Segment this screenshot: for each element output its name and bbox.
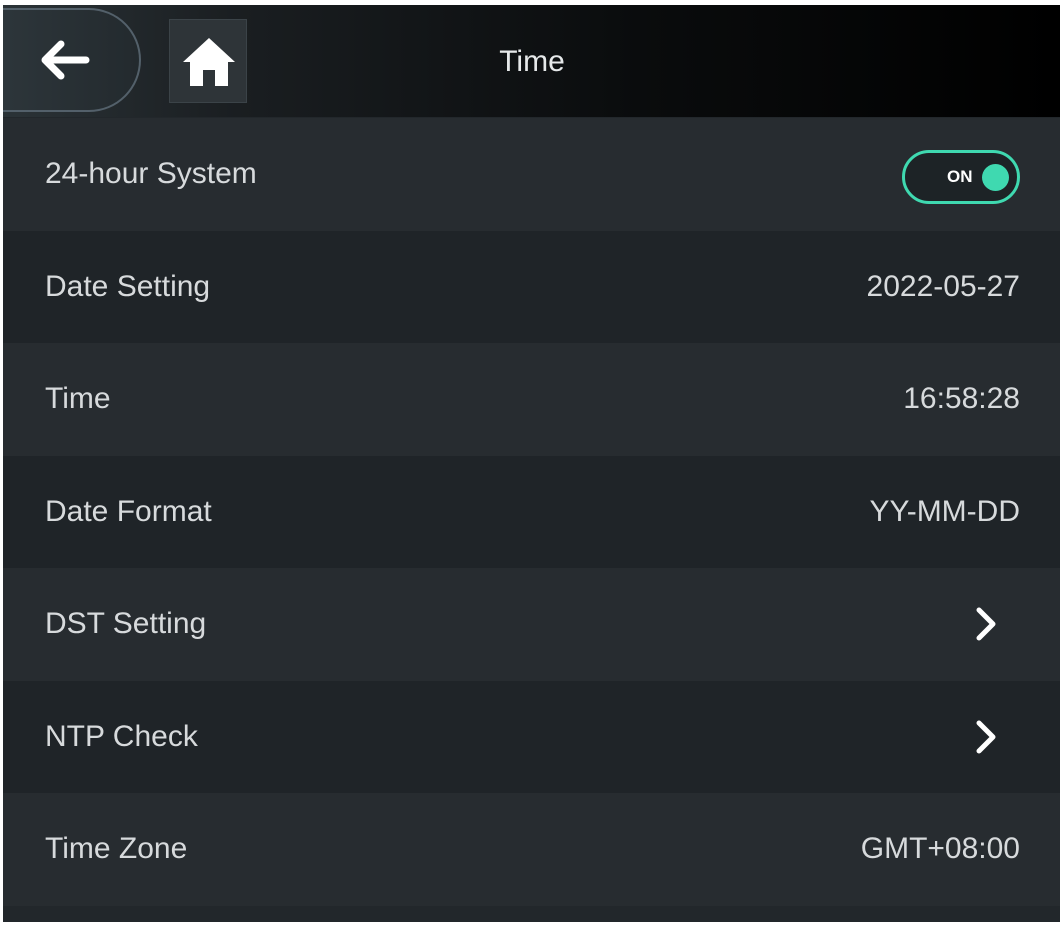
- setting-label: Time Zone: [45, 832, 188, 865]
- chevron-right-icon: [976, 720, 996, 753]
- setting-row-24-hour-system[interactable]: 24-hour System ON: [3, 118, 1060, 231]
- setting-value: 2022-05-27: [866, 269, 1020, 303]
- setting-value: GMT+08:00: [860, 832, 1020, 865]
- arrow-left-icon: [41, 40, 90, 80]
- toggle-knob: [982, 164, 1009, 191]
- settings-list: 24-hour System ON Date Setting 2022-05-2…: [3, 118, 1060, 906]
- setting-label: NTP Check: [45, 719, 198, 753]
- home-icon: [183, 38, 235, 86]
- setting-label: Time: [45, 382, 111, 415]
- time-settings-screen: Time 24-hour System ON Date Setting 2022…: [3, 5, 1060, 922]
- back-button[interactable]: [3, 8, 141, 112]
- setting-value: YY-MM-DD: [869, 494, 1020, 528]
- setting-label: DST Setting: [45, 607, 207, 640]
- header-bar: Time: [3, 5, 1060, 117]
- setting-row-time[interactable]: Time 16:58:28: [3, 343, 1060, 456]
- toggle-state-text: ON: [947, 167, 973, 186]
- setting-label: 24-hour System: [45, 157, 257, 190]
- setting-row-dst-setting[interactable]: DST Setting: [3, 568, 1060, 681]
- page-title: Time: [499, 45, 565, 78]
- setting-value: 16:58:28: [903, 382, 1020, 415]
- 24-hour-toggle[interactable]: ON: [902, 150, 1020, 204]
- setting-row-ntp-check[interactable]: NTP Check: [3, 680, 1060, 793]
- setting-row-time-zone[interactable]: Time Zone GMT+08:00: [3, 793, 1060, 906]
- setting-label: Date Setting: [45, 269, 211, 303]
- setting-label: Date Format: [45, 494, 212, 528]
- setting-row-date-setting[interactable]: Date Setting 2022-05-27: [3, 230, 1060, 343]
- setting-row-date-format[interactable]: Date Format YY-MM-DD: [3, 455, 1060, 568]
- home-button[interactable]: [169, 19, 247, 103]
- chevron-right-icon: [976, 607, 996, 641]
